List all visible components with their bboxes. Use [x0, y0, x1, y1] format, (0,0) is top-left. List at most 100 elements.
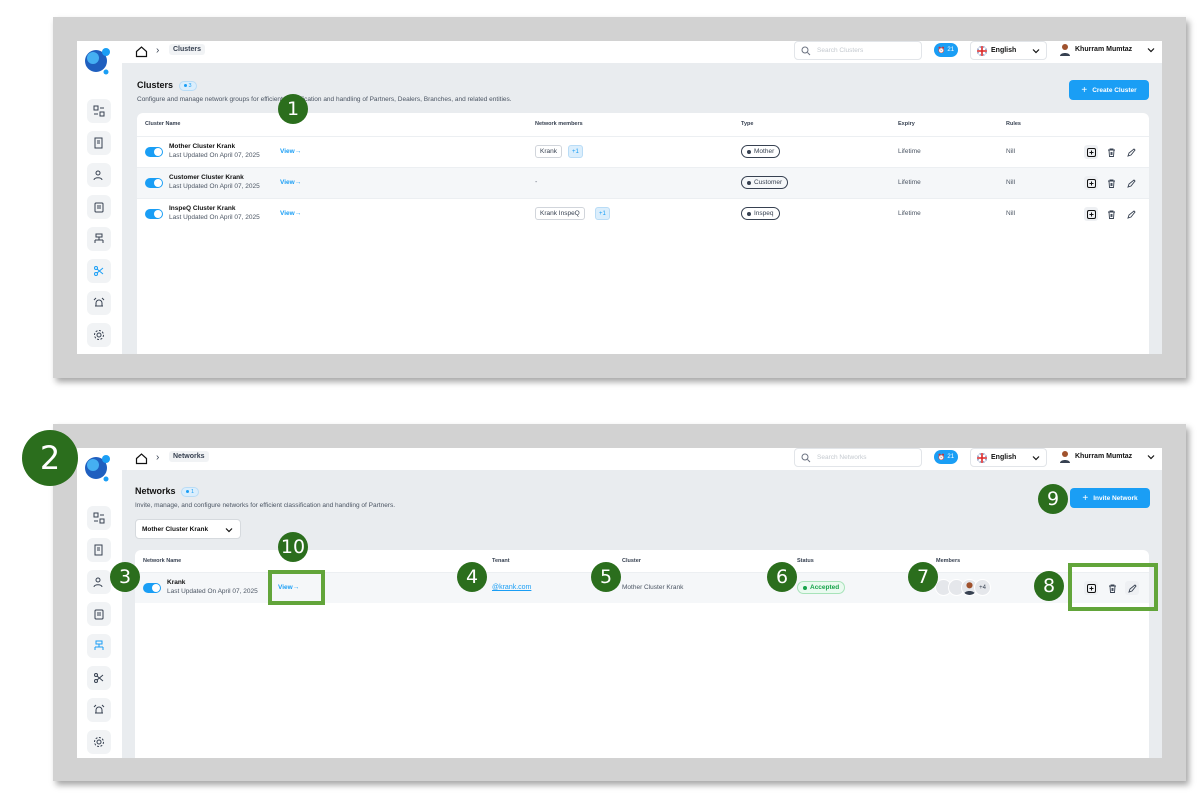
trash-icon: [1107, 179, 1115, 188]
annotation-marker-6: 6: [767, 562, 797, 592]
language-select[interactable]: English: [970, 448, 1047, 467]
chevron-down-icon: [1147, 455, 1155, 460]
hierarchy-icon: [94, 233, 104, 243]
sidebar-item-tasks[interactable]: [87, 195, 111, 219]
status-toggle[interactable]: [145, 178, 163, 188]
notification-button[interactable]: ⏰ 21: [934, 43, 958, 57]
sidebar-item-clusters[interactable]: [87, 259, 111, 283]
delete-button[interactable]: [1104, 207, 1118, 221]
edit-button[interactable]: [1124, 207, 1138, 221]
annotation-marker-5: 5: [591, 562, 621, 592]
page-title-text: Clusters: [137, 80, 174, 90]
sidebar: [77, 41, 122, 354]
sidebar-item-settings[interactable]: [87, 323, 111, 347]
row-updated: Last Updated On April 07, 2025: [169, 183, 260, 190]
table-row[interactable]: InspeQ Cluster Krank Last Updated On Apr…: [137, 198, 1149, 229]
status-toggle[interactable]: [145, 209, 163, 219]
sidebar-item-reports[interactable]: [87, 131, 111, 155]
row-name: Customer Cluster Krank: [169, 174, 244, 181]
plus-icon: +: [1081, 84, 1088, 96]
search-input[interactable]: Search Networks: [794, 448, 922, 467]
sidebar-item-networks[interactable]: [87, 227, 111, 251]
status-toggle[interactable]: [143, 583, 161, 593]
more-members-count[interactable]: +4: [974, 579, 991, 596]
sidebar-item-users[interactable]: [87, 570, 111, 594]
settings-icon: [94, 330, 104, 340]
sidebar-item-users[interactable]: [87, 163, 111, 187]
add-button[interactable]: [1084, 176, 1098, 190]
column-header-name: Network Name: [143, 558, 182, 564]
notification-button[interactable]: ⏰ 21: [934, 450, 958, 464]
type-pill: Mother: [741, 145, 781, 158]
edit-button[interactable]: [1124, 145, 1138, 159]
invite-network-button[interactable]: + Invite Network: [1070, 488, 1150, 508]
search-input[interactable]: Search Clusters: [794, 41, 922, 60]
expiry-cell: Lifetime: [898, 210, 921, 217]
annotation-marker-10: 10: [278, 532, 308, 562]
cluster-icon: [94, 266, 104, 276]
row-updated: Last Updated On April 07, 2025: [169, 152, 260, 159]
sidebar-item-alarms[interactable]: [87, 291, 111, 315]
rules-cell: Nill: [1006, 148, 1016, 155]
user-menu[interactable]: Khurram Mumtaz: [1059, 448, 1159, 467]
sidebar-item-networks[interactable]: [87, 634, 111, 658]
sidebar-item-clusters[interactable]: [87, 666, 111, 690]
add-button[interactable]: [1084, 145, 1098, 159]
tenant-email-link[interactable]: @krank.com: [492, 584, 531, 591]
screenshot-frame-clusters: › Clusters Search Clusters ⏰ 21 English …: [53, 17, 1186, 378]
sidebar-item-settings[interactable]: [87, 730, 111, 754]
sidebar-item-alarms[interactable]: [87, 698, 111, 722]
search-placeholder: Search Networks: [817, 454, 867, 461]
column-header-cluster: Cluster: [622, 558, 641, 564]
users-icon: [93, 577, 103, 588]
sidebar-item-reports[interactable]: [87, 538, 111, 562]
hierarchy-icon: [94, 640, 104, 650]
cluster-filter-select[interactable]: Mother Cluster Krank: [135, 519, 241, 539]
add-button[interactable]: [1084, 207, 1098, 221]
user-name: Khurram Mumtaz: [1075, 453, 1133, 460]
alarm-icon: [93, 704, 105, 714]
create-cluster-label: Create Cluster: [1092, 86, 1137, 94]
notification-count: 21: [947, 47, 955, 53]
annotation-marker-9: 9: [1038, 484, 1068, 514]
plus-icon: +: [1082, 492, 1089, 504]
more-members-chip[interactable]: +1: [595, 207, 610, 220]
view-link[interactable]: View→: [280, 210, 301, 217]
table-row[interactable]: Customer Cluster Krank Last Updated On A…: [137, 167, 1149, 198]
home-icon[interactable]: [135, 45, 148, 58]
view-link[interactable]: View→: [280, 179, 301, 186]
app-logo: [85, 455, 110, 482]
app-window-clusters: › Clusters Search Clusters ⏰ 21 English …: [77, 41, 1162, 354]
annotation-marker-7: 7: [908, 562, 938, 592]
status-toggle[interactable]: [145, 147, 163, 157]
home-icon[interactable]: [135, 452, 148, 465]
member-chip: Krank: [535, 145, 562, 158]
delete-button[interactable]: [1104, 176, 1118, 190]
bell-icon: ⏰: [937, 454, 946, 461]
more-members-chip[interactable]: +1: [568, 145, 583, 158]
sidebar: [77, 448, 122, 758]
create-cluster-button[interactable]: + Create Cluster: [1069, 80, 1149, 100]
top-bar: › Clusters Search Clusters ⏰ 21 English …: [122, 41, 1162, 63]
breadcrumb[interactable]: Clusters: [169, 44, 206, 55]
table-row[interactable]: Mother Cluster Krank Last Updated On Apr…: [137, 136, 1149, 167]
arrow-right-icon: →: [294, 148, 302, 155]
annotation-marker-3: 3: [110, 562, 140, 592]
delete-button[interactable]: [1104, 145, 1118, 159]
view-link[interactable]: View→: [280, 148, 301, 155]
user-menu[interactable]: Khurram Mumtaz: [1059, 41, 1159, 60]
search-placeholder: Search Clusters: [817, 47, 864, 54]
sidebar-item-dashboard[interactable]: [87, 99, 111, 123]
view-link[interactable]: View→: [278, 584, 299, 591]
app-window-networks: › Networks Search Networks ⏰ 21 English …: [77, 448, 1162, 758]
language-select[interactable]: English: [970, 41, 1047, 60]
type-pill: Customer: [741, 176, 789, 189]
search-icon: [801, 453, 811, 463]
expiry-cell: Lifetime: [898, 179, 921, 186]
breadcrumb[interactable]: Networks: [169, 451, 209, 462]
sidebar-item-tasks[interactable]: [87, 602, 111, 626]
edit-button[interactable]: [1124, 176, 1138, 190]
sidebar-item-dashboard[interactable]: [87, 506, 111, 530]
main-content: Networks 1 Invite, manage, and configure…: [122, 470, 1162, 758]
pencil-icon: [1126, 147, 1136, 157]
